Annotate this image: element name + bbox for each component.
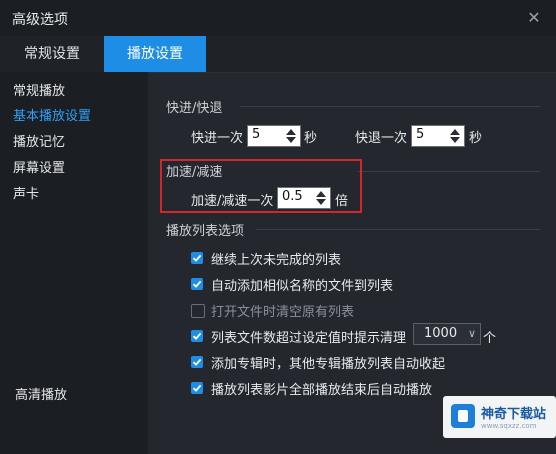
speed-separator [358,171,540,172]
list-limit-select[interactable]: 1000 ∨ [413,323,481,345]
checkbox-cleanup-prompt[interactable] [191,330,203,342]
forward-stepper[interactable]: 5 [247,125,301,147]
sidebar-item-basic-playback[interactable]: 基本播放设置 [13,105,91,124]
backward-stepper[interactable]: 5 [411,125,465,147]
stepper-arrows-icon[interactable] [448,127,462,145]
watermark-logo-icon [451,404,475,428]
sidebar-item-hd-playback[interactable]: 高清播放 [15,384,67,403]
highlight-box [160,159,362,213]
backward-value[interactable]: 5 [416,127,424,142]
seek-section-title: 快进/快退 [166,101,223,116]
checkbox-auto-add-similar[interactable] [191,278,203,290]
checkbox-continue-list[interactable] [191,252,203,264]
backward-unit: 秒 [469,131,483,146]
stepper-arrows-icon[interactable] [284,127,298,145]
option-auto-add-similar-label: 自动添加相似名称的文件到列表 [211,279,394,294]
list-limit-value[interactable]: 1000 [424,326,457,341]
option-cleanup-prompt-label: 列表文件数超过设定值时提示清理 [211,331,407,346]
checkbox-clear-on-open[interactable] [191,304,205,318]
seek-separator [240,106,540,107]
sidebar-item-playback-memory[interactable]: 播放记忆 [13,131,65,150]
playlist-section-title: 播放列表选项 [166,224,245,239]
chevron-down-icon[interactable]: ∨ [468,327,476,340]
forward-label: 快进一次 [191,131,244,146]
sidebar-item-general-playback[interactable]: 常规播放 [13,80,65,99]
option-continue-list-label: 继续上次未完成的列表 [211,253,342,268]
checkbox-autoplay-after-list[interactable] [191,382,203,394]
option-collapse-albums-label: 添加专辑时，其他专辑播放列表自动收起 [211,357,446,372]
tab-bar: 常规设置 播放设置 [0,36,556,73]
backward-label: 快退一次 [355,131,408,146]
advanced-options-window: 高级选项 ✕ 常规设置 播放设置 常规播放 基本播放设置 播放记忆 屏幕设置 声… [0,0,556,454]
watermark-badge: 神奇下载站 www.sqxzz.com [443,396,556,438]
list-limit-unit: 个 [483,331,497,346]
option-clear-on-open-label: 打开文件时清空原有列表 [211,305,355,320]
forward-unit: 秒 [304,131,318,146]
watermark-subtitle: www.sqxzz.com [481,422,537,430]
sidebar-item-sound-card[interactable]: 声卡 [13,183,39,202]
title-bar: 高级选项 ✕ [0,0,556,36]
playlist-separator [256,229,540,230]
tab-general-settings[interactable]: 常规设置 [0,36,104,72]
forward-value[interactable]: 5 [252,127,260,142]
watermark-title: 神奇下载站 [481,407,547,422]
option-autoplay-after-list-label: 播放列表影片全部播放结束后自动播放 [211,383,433,398]
window-title: 高级选项 [12,12,68,28]
sidebar-item-screen-settings[interactable]: 屏幕设置 [13,157,65,176]
close-icon[interactable]: ✕ [524,8,544,28]
tab-playback-settings[interactable]: 播放设置 [104,36,206,72]
checkbox-collapse-albums[interactable] [191,356,203,368]
